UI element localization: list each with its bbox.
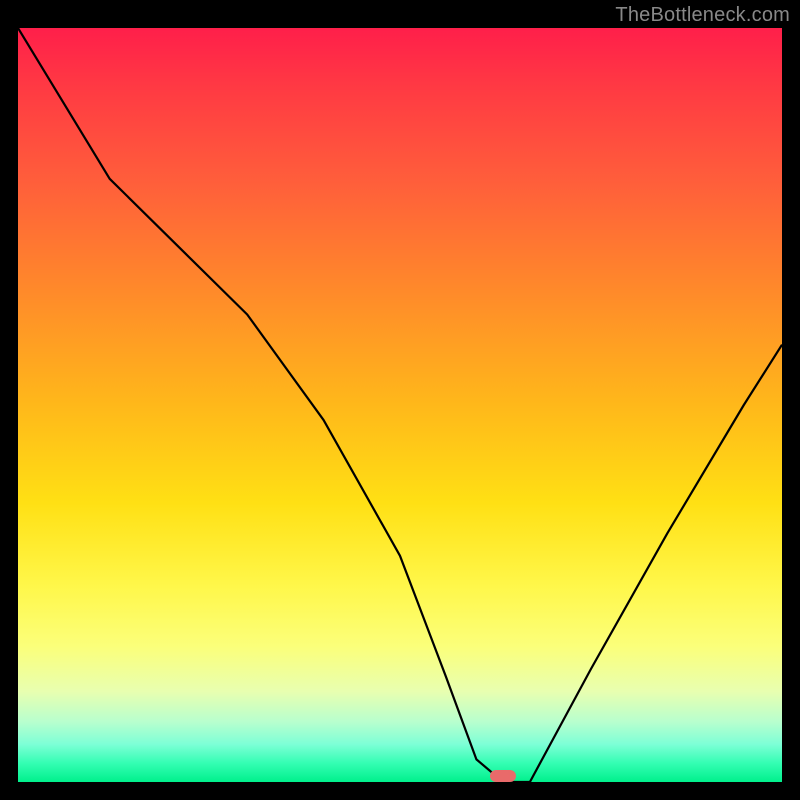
optimal-marker <box>490 770 516 782</box>
chart-frame: TheBottleneck.com <box>0 0 800 800</box>
bottleneck-curve <box>18 28 782 782</box>
plot-area <box>18 28 782 782</box>
curve-path <box>18 28 782 782</box>
watermark-text: TheBottleneck.com <box>615 4 790 27</box>
